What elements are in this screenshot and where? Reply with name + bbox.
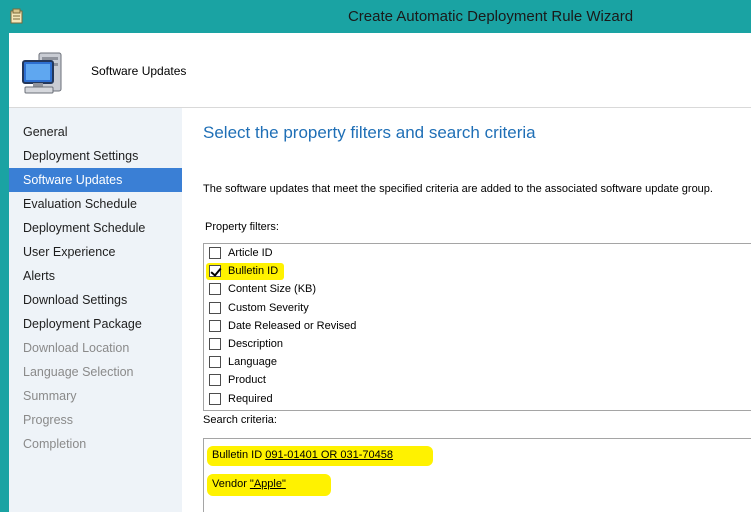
filter-label: Custom Severity xyxy=(228,301,309,314)
filter-article-id[interactable]: Article ID xyxy=(204,244,751,262)
nav-item-completion: Completion xyxy=(23,437,87,451)
nav-item-evaluation-schedule[interactable]: Evaluation Schedule xyxy=(9,192,182,216)
checkbox-checked[interactable] xyxy=(209,265,221,278)
filter-label: Article ID xyxy=(228,247,273,260)
checkbox[interactable] xyxy=(209,356,221,369)
wizard-header: Software Updates xyxy=(9,33,751,108)
title-bar[interactable]: Create Automatic Deployment Rule Wizard xyxy=(0,0,751,33)
filter-label: Product xyxy=(228,374,266,387)
filter-content-size[interactable]: Content Size (KB) xyxy=(204,280,751,298)
filter-language[interactable]: Language xyxy=(204,353,751,371)
criteria-bulletin: Bulletin ID 091-01401 OR 031-70458 xyxy=(212,449,393,461)
nav-item-download-location: Download Location xyxy=(23,341,130,355)
criteria-vendor-prefix: Vendor xyxy=(212,478,250,490)
nav-item-progress: Progress xyxy=(23,413,74,427)
nav-item-deployment-settings[interactable]: Deployment Settings xyxy=(9,144,182,168)
search-criteria-box[interactable]: Bulletin ID 091-01401 OR 031-70458 Vendo… xyxy=(203,438,751,512)
property-filters-list[interactable]: Article ID Bulletin ID Content Size (KB)… xyxy=(203,243,751,411)
checkbox[interactable] xyxy=(209,319,221,332)
window-frame-left xyxy=(0,0,9,512)
checkbox[interactable] xyxy=(209,301,221,314)
nav-item-summary: Summary xyxy=(23,389,77,403)
checkbox[interactable] xyxy=(209,392,221,405)
computer-icon xyxy=(22,52,62,94)
nav-item-software-updates[interactable]: Software Updates xyxy=(9,168,182,192)
filter-required[interactable]: Required xyxy=(204,390,751,408)
search-criteria-label: Search criteria: xyxy=(203,414,277,426)
checkbox[interactable] xyxy=(209,374,221,387)
nav-item-user-experience[interactable]: User Experience xyxy=(9,240,182,264)
page-description: The software updates that meet the speci… xyxy=(203,183,713,195)
criteria-bulletin-link[interactable]: 091-01401 OR 031-70458 xyxy=(265,449,393,461)
filter-label: Language xyxy=(228,356,277,369)
property-filters-label: Property filters: xyxy=(205,221,279,233)
window-title: Create Automatic Deployment Rule Wizard xyxy=(347,8,634,25)
filter-label: Description xyxy=(228,338,284,351)
filter-bulletin-id[interactable]: Bulletin ID xyxy=(204,262,751,281)
nav-item-language-selection: Language Selection xyxy=(23,365,134,379)
header-title: Software Updates xyxy=(91,64,187,78)
checkbox[interactable] xyxy=(209,338,221,351)
page-title: Select the property filters and search c… xyxy=(203,123,536,142)
filter-label: Bulletin ID xyxy=(228,265,279,278)
nav-item-deployment-schedule[interactable]: Deployment Schedule xyxy=(9,216,182,240)
filter-custom-severity[interactable]: Custom Severity xyxy=(204,299,751,317)
nav-item-deployment-package[interactable]: Deployment Package xyxy=(9,312,182,336)
criteria-vendor: Vendor "Apple" xyxy=(212,478,286,490)
filter-description[interactable]: Description xyxy=(204,335,751,353)
nav-item-download-settings[interactable]: Download Settings xyxy=(9,288,182,312)
filter-label: Content Size (KB) xyxy=(228,283,317,296)
criteria-vendor-link[interactable]: "Apple" xyxy=(250,478,286,490)
checkbox[interactable] xyxy=(209,283,221,296)
filter-label: Required xyxy=(228,392,273,405)
wizard-nav: General Deployment Settings Software Upd… xyxy=(9,108,182,512)
checkbox[interactable] xyxy=(209,247,221,260)
filter-label: Date Released or Revised xyxy=(228,319,357,332)
filter-product[interactable]: Product xyxy=(204,371,751,389)
nav-item-alerts[interactable]: Alerts xyxy=(9,264,182,288)
filter-date-released[interactable]: Date Released or Revised xyxy=(204,317,751,335)
criteria-bulletin-prefix: Bulletin ID xyxy=(212,449,266,461)
nav-item-general[interactable]: General xyxy=(9,120,182,144)
wizard-content: Select the property filters and search c… xyxy=(182,108,751,512)
